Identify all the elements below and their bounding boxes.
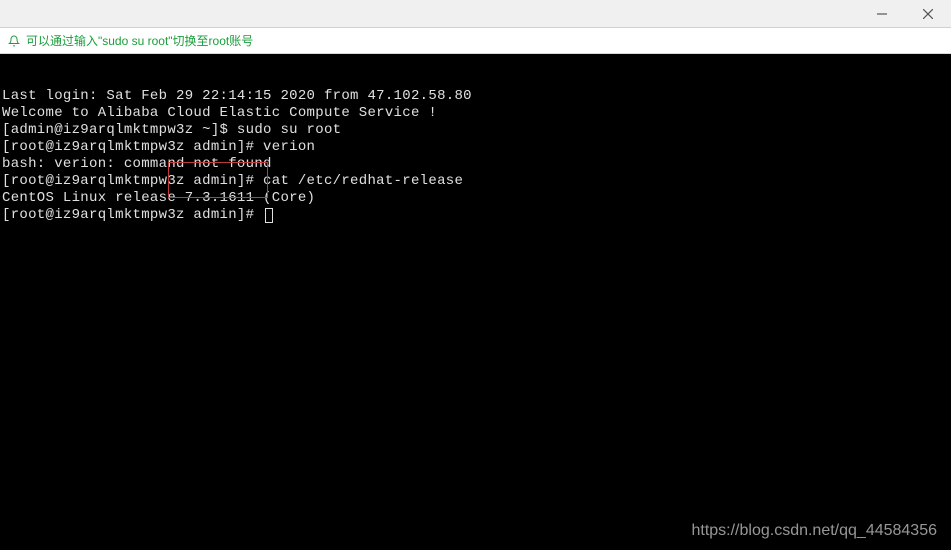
terminal-line: Last login: Sat Feb 29 22:14:15 2020 fro… [2, 88, 949, 105]
terminal-line: Welcome to Alibaba Cloud Elastic Compute… [2, 105, 949, 122]
close-button[interactable] [905, 0, 951, 27]
window-titlebar [0, 0, 951, 28]
terminal[interactable]: Last login: Sat Feb 29 22:14:15 2020 fro… [0, 54, 951, 550]
minimize-icon [877, 9, 887, 19]
terminal-line: [root@iz9arqlmktmpw3z admin]# cat /etc/r… [2, 173, 949, 190]
terminal-line: CentOS Linux release 7.3.1611 (Core) [2, 190, 949, 207]
terminal-line: [admin@iz9arqlmktmpw3z ~]$ sudo su root [2, 122, 949, 139]
terminal-line: bash: verion: command not found [2, 156, 949, 173]
terminal-line: [root@iz9arqlmktmpw3z admin]# verion [2, 139, 949, 156]
hint-text: 可以通过输入"sudo su root"切换至root账号 [26, 32, 253, 49]
terminal-line: [root@iz9arqlmktmpw3z admin]# [2, 207, 949, 224]
window-controls [859, 0, 951, 27]
close-icon [923, 9, 933, 19]
minimize-button[interactable] [859, 0, 905, 27]
hint-bar: 可以通过输入"sudo su root"切换至root账号 [0, 28, 951, 54]
bell-icon [8, 35, 20, 47]
terminal-cursor [265, 208, 273, 223]
